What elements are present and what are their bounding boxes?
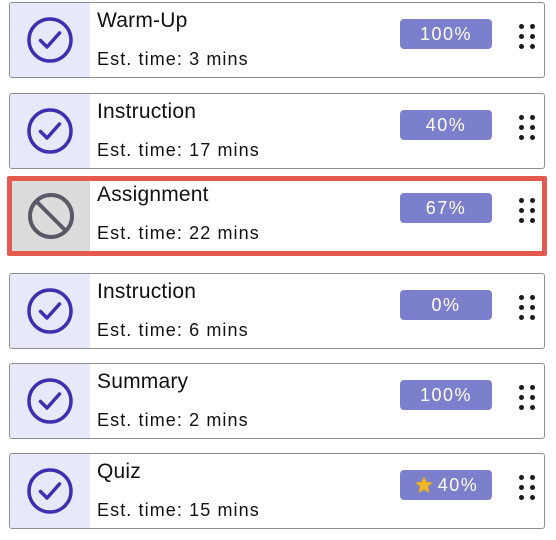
progress-badge: 100%	[400, 380, 492, 410]
drag-handle-icon[interactable]	[517, 475, 537, 507]
progress-badge: 100%	[400, 19, 492, 49]
lesson-card[interactable]: Summary Est. time: 2 mins 100%	[9, 363, 545, 439]
progress-badge: 0%	[400, 290, 492, 320]
estimated-time: Est. time: 22 mins	[97, 223, 260, 243]
check-circle-icon	[25, 15, 75, 65]
lesson-title: Assignment	[97, 183, 209, 206]
lesson-title: Warm-Up	[97, 9, 188, 32]
lesson-list: Warm-Up Est. time: 3 mins 100% Instructi…	[0, 0, 556, 540]
lesson-card[interactable]: Instruction Est. time: 17 mins 40%	[9, 93, 545, 169]
check-circle-icon	[25, 376, 75, 426]
progress-label: 40%	[437, 474, 479, 495]
progress-label: 100%	[419, 384, 473, 405]
check-circle-icon	[25, 286, 75, 336]
drag-handle-icon[interactable]	[517, 295, 537, 327]
status-cell	[10, 274, 90, 348]
status-cell	[10, 94, 90, 168]
star-icon	[414, 475, 434, 495]
check-circle-icon	[25, 466, 75, 516]
estimated-time: Est. time: 3 mins	[97, 49, 249, 69]
lesson-title: Instruction	[97, 100, 197, 123]
lesson-card-selected[interactable]: Assignment Est. time: 22 mins 67%	[7, 176, 547, 256]
progress-label: 40%	[425, 114, 467, 135]
status-cell	[10, 364, 90, 438]
status-cell	[10, 3, 90, 77]
lesson-card[interactable]: Instruction Est. time: 6 mins 0%	[9, 273, 545, 349]
drag-handle-icon[interactable]	[517, 385, 537, 417]
estimated-time: Est. time: 15 mins	[97, 500, 260, 520]
progress-badge: 67%	[400, 193, 492, 223]
progress-badge: 40%	[400, 470, 492, 500]
lesson-card[interactable]: Warm-Up Est. time: 3 mins 100%	[9, 2, 545, 78]
progress-badge: 40%	[400, 110, 492, 140]
lesson-card[interactable]: Quiz Est. time: 15 mins 40%	[9, 453, 545, 529]
drag-handle-icon[interactable]	[517, 24, 537, 56]
status-cell	[10, 454, 90, 528]
check-circle-icon	[25, 106, 75, 156]
lesson-title: Instruction	[97, 280, 197, 303]
estimated-time: Est. time: 6 mins	[97, 320, 249, 340]
lesson-title: Quiz	[97, 460, 141, 483]
estimated-time: Est. time: 2 mins	[97, 410, 249, 430]
progress-label: 67%	[425, 197, 467, 218]
lesson-title: Summary	[97, 370, 189, 393]
estimated-time: Est. time: 17 mins	[97, 140, 260, 160]
status-cell	[12, 181, 90, 251]
blocked-circle-icon	[26, 191, 76, 241]
progress-label: 100%	[419, 23, 473, 44]
drag-handle-icon[interactable]	[517, 198, 537, 230]
progress-label: 0%	[431, 294, 461, 315]
drag-handle-icon[interactable]	[517, 115, 537, 147]
